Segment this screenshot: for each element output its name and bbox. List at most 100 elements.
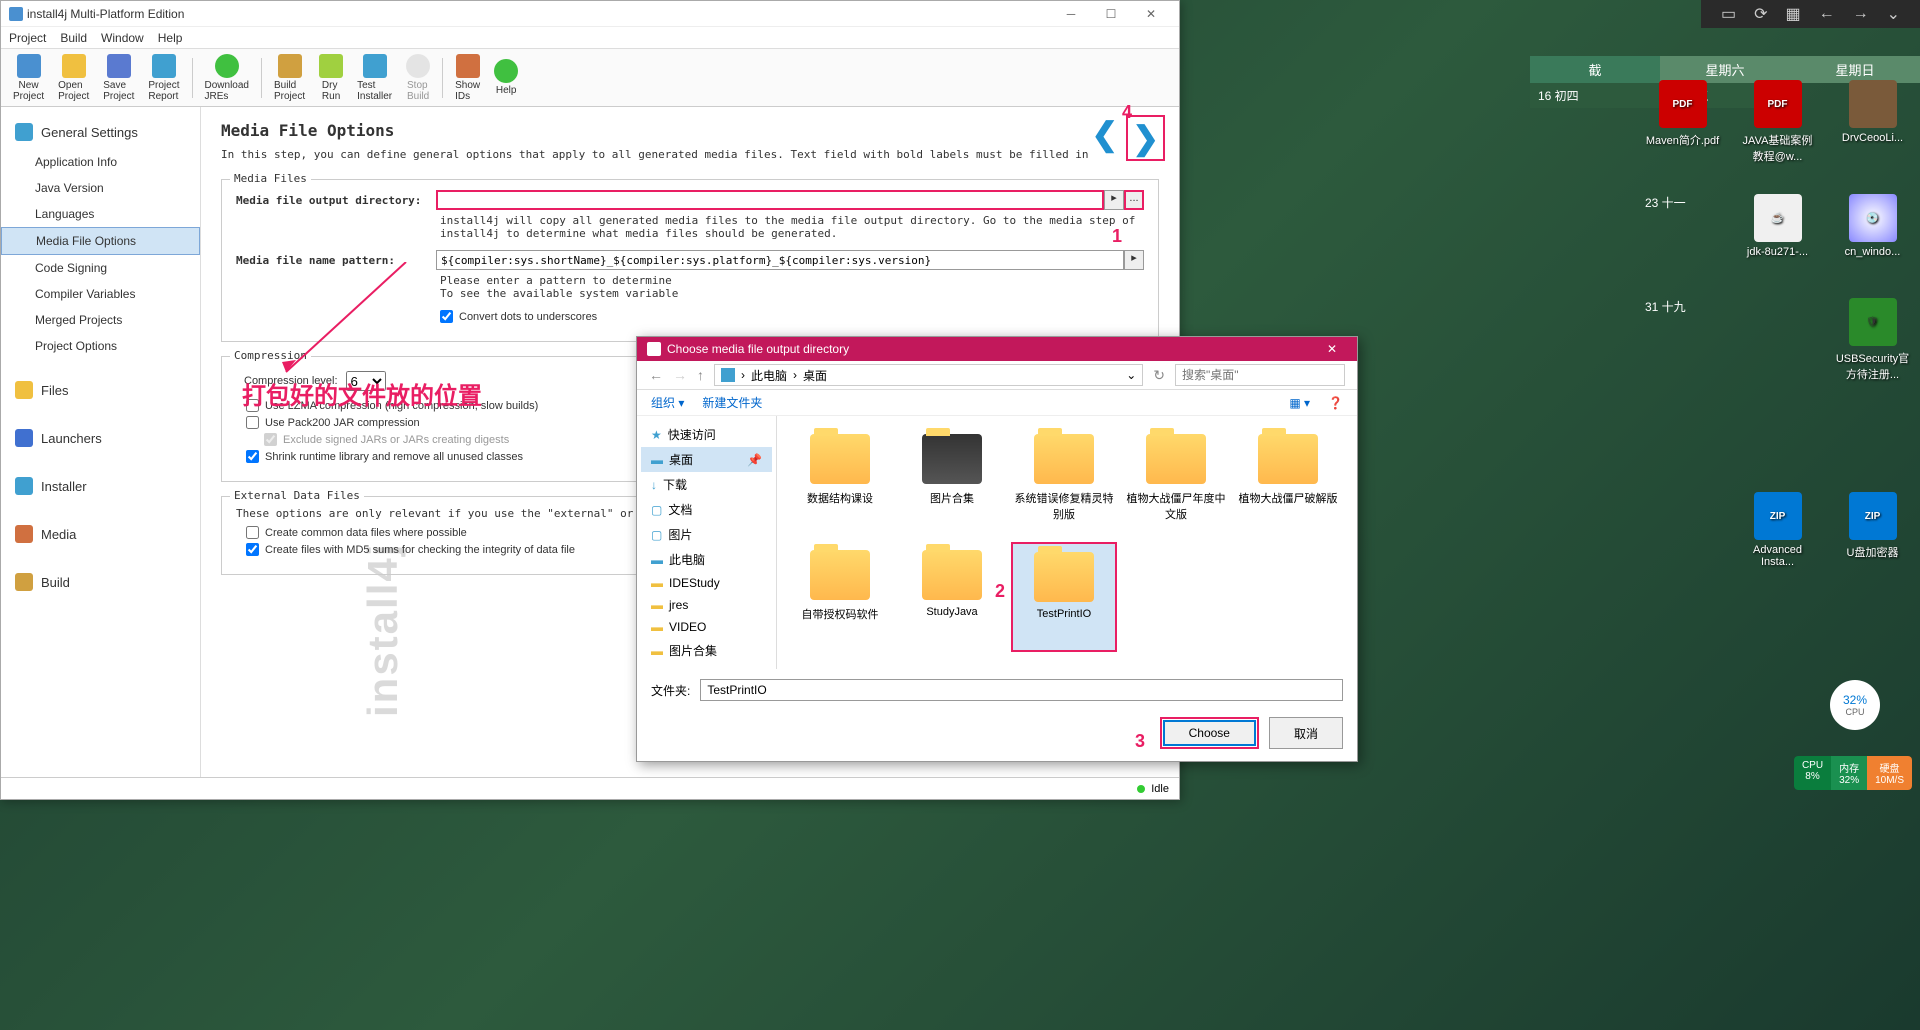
dropdown-button[interactable]: ▸: [1104, 190, 1124, 210]
desktop-icon[interactable]: DrvCeooLi...: [1835, 80, 1910, 164]
convert-dots-checkbox[interactable]: [440, 310, 453, 323]
down-icon[interactable]: ⌄: [1887, 4, 1900, 24]
desktop-icon[interactable]: ☕jdk-8u271-...: [1740, 194, 1815, 258]
build-project-button[interactable]: Build Project: [268, 52, 311, 104]
filename-input[interactable]: [700, 679, 1343, 701]
project-report-button[interactable]: Project Report: [142, 52, 185, 104]
search-input[interactable]: [1175, 364, 1345, 386]
choose-button[interactable]: Choose: [1163, 720, 1256, 746]
compression-level-select[interactable]: 6: [346, 371, 386, 391]
minimize-button[interactable]: ─: [1051, 7, 1091, 21]
view-button[interactable]: ▦ ▾: [1289, 396, 1310, 410]
cpu-circle: 32% CPU: [1830, 680, 1880, 730]
device-icon[interactable]: ▭: [1721, 4, 1736, 24]
sidebar-downloads[interactable]: ↓下载: [641, 472, 772, 497]
sidebar-files[interactable]: Files: [1, 373, 200, 407]
sidebar-folder[interactable]: ▬IDEStudy: [641, 572, 772, 594]
help-button[interactable]: Help: [488, 57, 524, 98]
folder-item[interactable]: 自带授权码软件: [787, 542, 893, 652]
show-ids-button[interactable]: Show IDs: [449, 52, 486, 104]
desktop-icon[interactable]: 🛡USBSecurity官方待注册...: [1835, 298, 1910, 382]
sidebar-item-java-version[interactable]: Java Version: [1, 175, 200, 201]
folder-item[interactable]: 数据结构课设: [787, 426, 893, 536]
sidebar-installer[interactable]: Installer: [1, 469, 200, 503]
sidebar-documents[interactable]: ▢文档: [641, 497, 772, 522]
back-icon[interactable]: ←: [1819, 5, 1835, 23]
md5-checkbox[interactable]: [246, 543, 259, 556]
sidebar-quick-access[interactable]: ★快速访问: [641, 422, 772, 447]
sidebar-item-languages[interactable]: Languages: [1, 201, 200, 227]
pack200-checkbox[interactable]: [246, 416, 259, 429]
folder-item[interactable]: StudyJava: [899, 542, 1005, 652]
sidebar-folder[interactable]: ▬图片合集: [641, 638, 772, 663]
path-bar[interactable]: › 此电脑 › 桌面 ⌄: [714, 364, 1143, 386]
desktop-icon[interactable]: PDFJAVA基础案例教程@w...: [1740, 80, 1815, 164]
stop-build-button[interactable]: Stop Build: [400, 52, 436, 104]
sidebar-this-pc[interactable]: ▬此电脑: [641, 547, 772, 572]
organize-button[interactable]: 组织 ▾: [651, 394, 684, 411]
refresh-button[interactable]: ↻: [1153, 367, 1165, 384]
forward-icon[interactable]: →: [1853, 5, 1869, 23]
menu-help[interactable]: Help: [158, 31, 183, 45]
shrink-checkbox[interactable]: [246, 450, 259, 463]
sidebar-item-project-options[interactable]: Project Options: [1, 333, 200, 359]
menu-window[interactable]: Window: [101, 31, 144, 45]
desktop-icon[interactable]: ZIPAdvanced Insta...: [1740, 492, 1815, 568]
sidebar-item-code-signing[interactable]: Code Signing: [1, 255, 200, 281]
nav-up-button[interactable]: ↑: [697, 367, 704, 383]
sidebar-pictures[interactable]: ▢图片: [641, 522, 772, 547]
calendar-icon[interactable]: ▦: [1785, 4, 1800, 24]
menu-project[interactable]: Project: [9, 31, 46, 45]
pattern-input[interactable]: [436, 250, 1124, 270]
common-data-checkbox[interactable]: [246, 526, 259, 539]
sidebar-launchers[interactable]: Launchers: [1, 421, 200, 455]
cancel-button[interactable]: 取消: [1269, 717, 1343, 749]
desktop-icons: PDFMaven简介.pdf PDFJAVA基础案例教程@w... DrvCeo…: [1645, 80, 1910, 568]
sidebar-desktop[interactable]: ▬桌面📌: [641, 447, 772, 472]
nav-forward-button[interactable]: →: [673, 367, 687, 383]
lzma-checkbox[interactable]: [246, 399, 259, 412]
sidebar-item-media-file-options[interactable]: Media File Options: [1, 227, 200, 255]
output-dir-input[interactable]: [436, 190, 1104, 210]
open-project-button[interactable]: Open Project: [52, 52, 95, 104]
maximize-button[interactable]: ☐: [1091, 7, 1131, 21]
desktop-icon[interactable]: ZIPU盘加密器: [1835, 492, 1910, 568]
folder-item[interactable]: 系统错误修复精灵特别版: [1011, 426, 1117, 536]
dry-run-button[interactable]: Dry Run: [313, 52, 349, 104]
menu-build[interactable]: Build: [60, 31, 87, 45]
folder-item[interactable]: 图片合集: [899, 426, 1005, 536]
new-project-button[interactable]: New Project: [7, 52, 50, 104]
browse-button[interactable]: ...: [1124, 190, 1144, 210]
folder-item[interactable]: 植物大战僵尸年度中文版: [1123, 426, 1229, 536]
sidebar-media[interactable]: Media: [1, 517, 200, 551]
folder-item-selected[interactable]: TestPrintIO: [1011, 542, 1117, 652]
sidebar-item-compiler-vars[interactable]: Compiler Variables: [1, 281, 200, 307]
nav-back-button[interactable]: ←: [649, 367, 663, 383]
new-folder-button[interactable]: 新建文件夹: [702, 394, 762, 411]
desktop-icon[interactable]: 💿cn_windo...: [1835, 194, 1910, 258]
path-segment[interactable]: 此电脑: [751, 367, 787, 384]
sidebar-build[interactable]: Build: [1, 565, 200, 599]
sidebar-folder[interactable]: ▬jres: [641, 594, 772, 616]
sync-icon[interactable]: ⟳: [1754, 4, 1767, 24]
path-segment[interactable]: 桌面: [803, 367, 827, 384]
dropdown-button[interactable]: ▸: [1124, 250, 1144, 270]
folder-icon: [810, 434, 870, 484]
sidebar-item-merged-projects[interactable]: Merged Projects: [1, 307, 200, 333]
close-button[interactable]: ✕: [1131, 7, 1171, 21]
sidebar-folder[interactable]: ▬VIDEO: [641, 616, 772, 638]
download-jres-button[interactable]: Download JREs: [199, 52, 255, 104]
help-icon[interactable]: ❓: [1328, 396, 1343, 410]
save-project-button[interactable]: Save Project: [97, 52, 140, 104]
desktop-icon[interactable]: PDFMaven简介.pdf: [1645, 80, 1720, 164]
prev-arrow[interactable]: ❮: [1091, 115, 1118, 161]
next-arrow[interactable]: ❯: [1132, 120, 1159, 156]
sidebar-item-app-info[interactable]: Application Info: [1, 149, 200, 175]
folder-item[interactable]: 植物大战僵尸破解版: [1235, 426, 1341, 536]
dialog-buttons: Choose 取消: [637, 711, 1357, 761]
fieldset-legend: Compression: [230, 349, 311, 362]
dialog-close-button[interactable]: ✕: [1317, 342, 1347, 356]
test-installer-button[interactable]: Test Installer: [351, 52, 398, 104]
computer-icon: [721, 368, 735, 382]
sidebar-general-settings[interactable]: General Settings: [1, 115, 200, 149]
